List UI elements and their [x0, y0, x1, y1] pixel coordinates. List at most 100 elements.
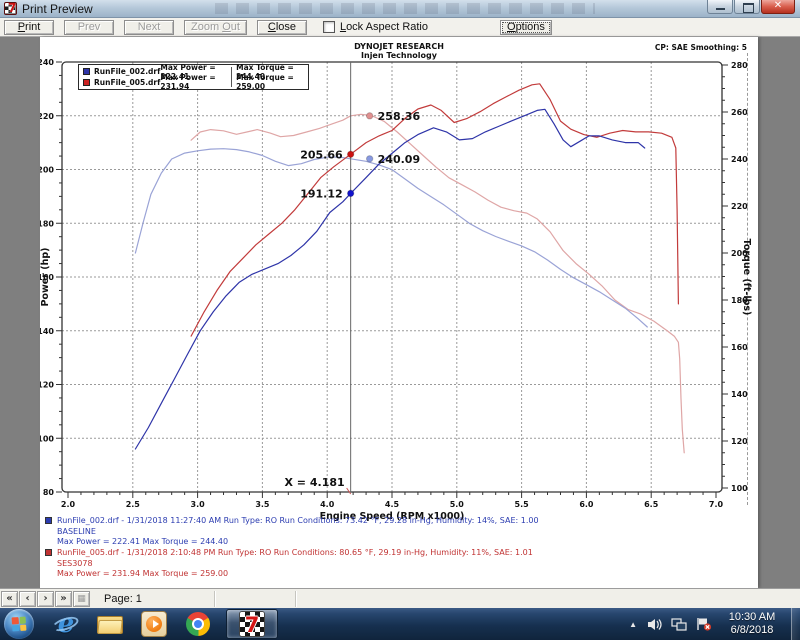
print-button[interactable]: Print	[4, 20, 54, 35]
power-tick-label: 80	[43, 488, 55, 497]
legend-divider	[231, 67, 232, 77]
x-tick-label: 6.0	[579, 500, 594, 509]
file-explorer-icon[interactable]	[95, 609, 125, 639]
torque-tick-label: 120	[731, 437, 748, 446]
chrome-icon[interactable]	[183, 609, 213, 639]
legend-file-run2: RunFile_005.drf	[94, 78, 160, 87]
internet-explorer-icon[interactable]: e	[51, 609, 81, 639]
legend-divider	[231, 77, 232, 87]
window-title: Print Preview	[22, 2, 93, 16]
taskbar-clock[interactable]: 10:30 AM 6/8/2018	[721, 611, 783, 637]
preview-page[interactable]: DYNOJET RESEARCH Injen Technology CP: SA…	[40, 37, 758, 588]
prev-page-button[interactable]: ‹	[19, 591, 36, 607]
torque-tick-label: 280	[731, 61, 748, 70]
preview-area: DYNOJET RESEARCH Injen Technology CP: SA…	[0, 37, 800, 588]
cursor-marker	[347, 151, 353, 157]
torque-tick-label: 160	[731, 343, 748, 352]
x-tick-label: 4.0	[320, 500, 335, 509]
x-tick-label: 5.5	[515, 500, 530, 509]
power-tick-label: 240	[40, 58, 54, 67]
torque-tick-label: 260	[731, 108, 748, 117]
system-tray: ▲ 10:30 AM 6/8/2018	[629, 608, 800, 640]
torque-tick-label: 220	[731, 202, 748, 211]
curve-runfile_005-power	[191, 84, 678, 336]
x-tick-label: 7.0	[709, 500, 724, 509]
x-tick-label: 5.0	[450, 500, 465, 509]
cursor-x-pointer	[347, 488, 351, 494]
start-button[interactable]	[4, 609, 34, 639]
window-titlebar[interactable]: 7 Print Preview	[0, 0, 800, 18]
legend-swatch-run1	[83, 68, 90, 75]
power-axis-title: Power (hp)	[40, 248, 51, 307]
run2-color-swatch	[45, 549, 52, 556]
curve-runfile_005-torque	[191, 114, 684, 453]
cursor-readout: 205.66	[300, 148, 343, 161]
print-preview-toolbar: Print Prev Next Zoom Out Close Lock Aspe…	[0, 18, 800, 37]
taskbar-winpep-active-app[interactable]: 7	[226, 609, 278, 639]
cursor-marker	[347, 190, 353, 196]
next-page-button[interactable]: ›	[37, 591, 54, 607]
run1-max-values: Max Power = 222.41 Max Torque = 244.40	[57, 537, 539, 548]
cursor-marker	[366, 156, 372, 162]
legend-swatch-run2	[83, 79, 90, 86]
windows-taskbar: e 7 ▲	[0, 608, 800, 640]
run1-color-swatch	[45, 517, 52, 524]
screen: 7 Print Preview Print Prev Next Zoom Out…	[0, 0, 800, 640]
legend-file-run1: RunFile_002.drf	[94, 67, 160, 76]
statusbar-divider	[295, 591, 296, 607]
run1-details: RunFile_002.drf - 1/31/2018 11:27:40 AM …	[57, 516, 539, 527]
x-tick-label: 3.5	[255, 500, 270, 509]
torque-axis-title: Torque (ft-lbs)	[741, 239, 752, 316]
close-window-button[interactable]	[761, 0, 795, 14]
lock-aspect-ratio-checkbox[interactable]	[323, 21, 335, 33]
show-desktop-button[interactable]	[791, 608, 800, 640]
last-page-button[interactable]: »	[55, 591, 72, 607]
torque-tick-label: 100	[731, 484, 748, 493]
cursor-readout: 191.12	[300, 187, 342, 200]
legend-row: RunFile_005.drf Max Power = 231.94 Max T…	[79, 77, 308, 87]
dyno-chart: 2.02.53.03.54.04.55.05.56.06.57.08010012…	[40, 37, 758, 588]
close-preview-button[interactable]: Close	[257, 20, 307, 35]
volume-icon[interactable]	[647, 618, 662, 631]
options-button[interactable]: Options	[500, 20, 552, 35]
x-tick-label: 6.5	[644, 500, 659, 509]
legend-max-torque-run2: Max Torque = 259.00	[236, 73, 308, 91]
first-page-button[interactable]: «	[1, 591, 18, 607]
page-select-icon[interactable]: ▦	[73, 591, 90, 607]
cursor-readout: 258.36	[378, 110, 421, 123]
minimize-button[interactable]	[707, 0, 733, 14]
x-tick-label: 2.5	[126, 500, 141, 509]
cursor-marker	[366, 113, 372, 119]
statusbar: « ‹ › » ▦ Page: 1	[0, 588, 800, 608]
media-player-icon[interactable]	[139, 609, 169, 639]
power-tick-label: 200	[40, 166, 54, 175]
zoom-out-button[interactable]: Zoom Out	[184, 20, 247, 35]
x-tick-label: 3.0	[191, 500, 206, 509]
next-button[interactable]: Next	[124, 20, 174, 35]
network-icon[interactable]	[671, 618, 687, 631]
power-tick-label: 140	[40, 327, 54, 336]
winpep7-icon: 7	[239, 611, 265, 637]
cursor-readout: 240.09	[378, 153, 420, 166]
chart-legend: RunFile_002.drf Max Power = 222.41 Max T…	[78, 64, 309, 90]
run2-max-values: Max Power = 231.94 Max Torque = 259.00	[57, 569, 533, 580]
winpep-app-icon: 7	[4, 2, 17, 15]
torque-tick-label: 240	[731, 155, 748, 164]
legend-max-power-run2: Max Power = 231.94	[160, 73, 231, 91]
action-center-flag-icon[interactable]	[696, 617, 712, 631]
clock-date: 6/8/2018	[721, 624, 783, 637]
torque-tick-label: 140	[731, 390, 748, 399]
hidden-icons-arrow[interactable]: ▲	[629, 620, 637, 629]
run2-details: RunFile_005.drf - 1/31/2018 2:10:48 PM R…	[57, 548, 533, 559]
run1-label: BASELINE	[57, 527, 539, 538]
power-tick-label: 180	[40, 219, 54, 228]
clock-time: 10:30 AM	[721, 611, 783, 624]
titlebar-repaint-artifact	[215, 3, 595, 14]
cursor-x-label: X = 4.181	[285, 476, 345, 489]
maximize-button[interactable]	[734, 0, 760, 14]
power-tick-label: 100	[40, 434, 54, 443]
prev-button[interactable]: Prev	[64, 20, 114, 35]
windows-flag-icon	[12, 617, 27, 632]
curve-runfile_002-torque	[135, 149, 647, 327]
power-tick-label: 120	[40, 381, 54, 390]
